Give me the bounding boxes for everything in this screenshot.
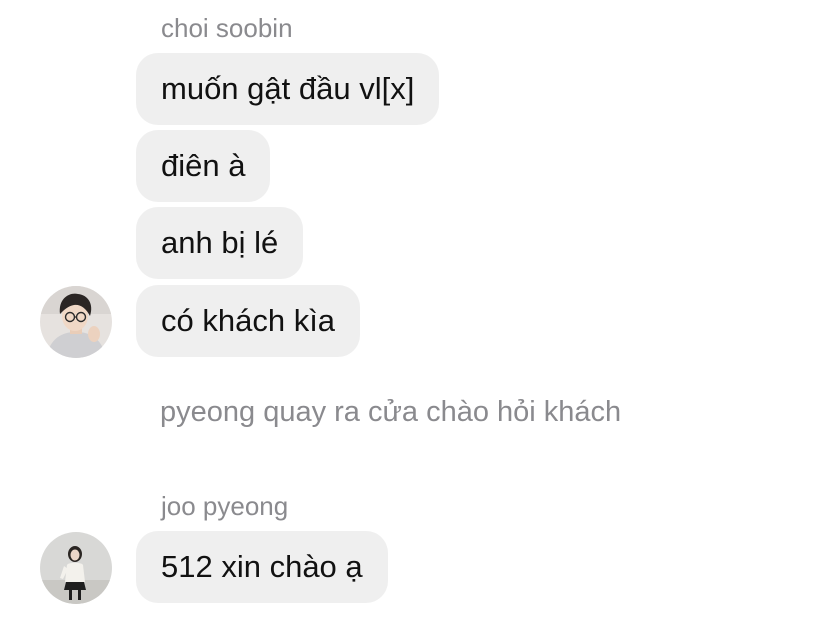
message-bubble[interactable]: có khách kìa [136, 285, 361, 357]
message-bubble[interactable]: điên à [136, 130, 271, 202]
message-bubble[interactable]: muốn gật đầu vl[x] [136, 53, 440, 125]
sender-name: choi soobin [161, 13, 293, 43]
avatar-joo-pyeong[interactable] [40, 532, 112, 604]
message-bubble[interactable]: 512 xin chào ạ [136, 531, 388, 603]
sender-name: joo pyeong [161, 491, 289, 521]
avatar-photo-icon [40, 532, 112, 604]
narration-text: pyeong quay ra cửa chào hỏi khách [160, 396, 622, 428]
avatar-choi-soobin[interactable] [40, 286, 112, 358]
avatar-photo-icon [40, 286, 112, 358]
message-bubble[interactable]: anh bị lé [136, 207, 304, 279]
